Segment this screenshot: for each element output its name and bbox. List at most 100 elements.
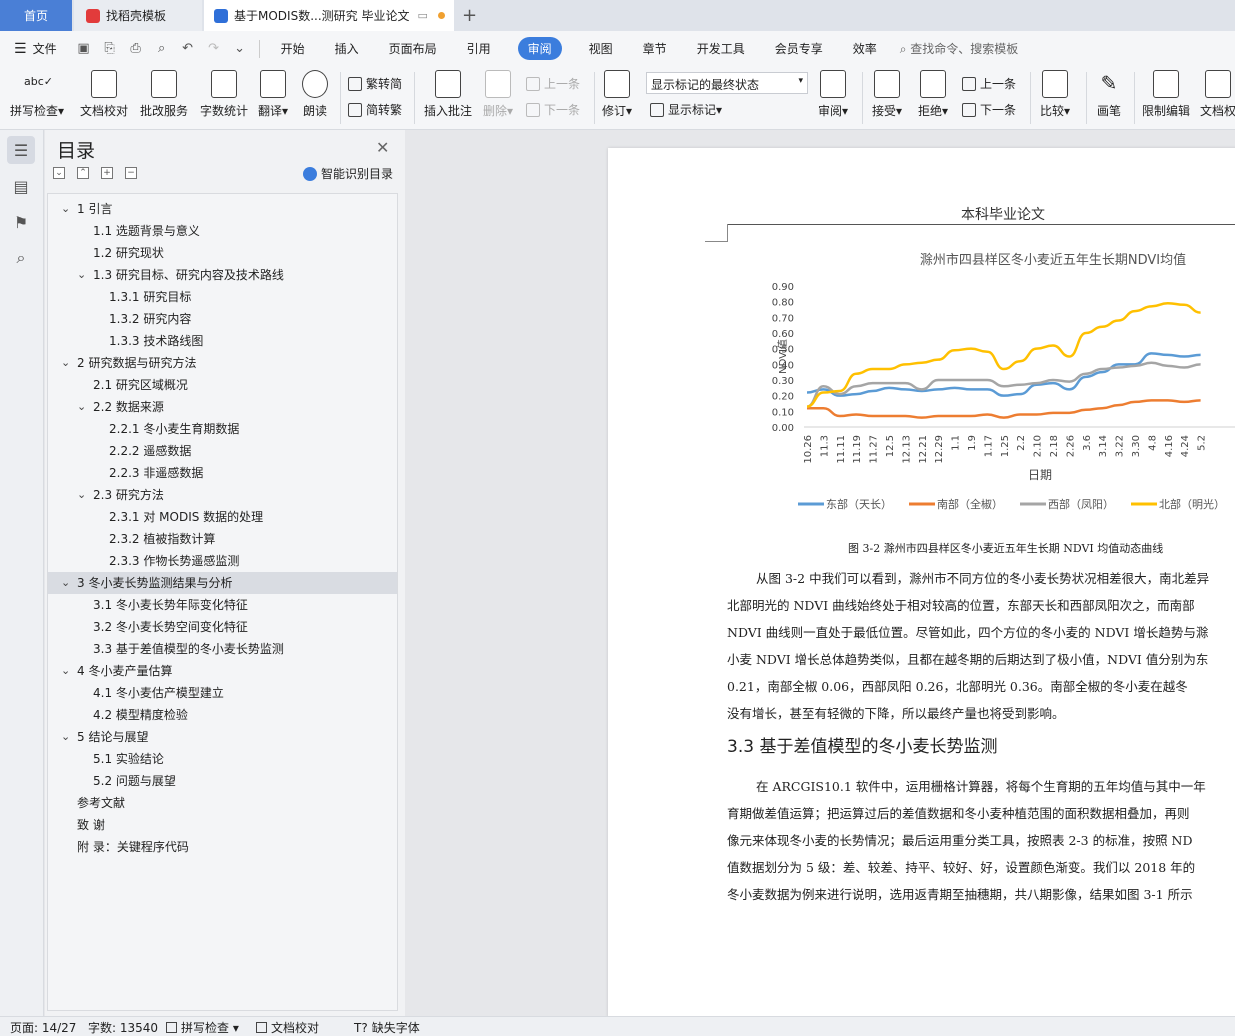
toc-item[interactable]: 2.3.1 对 MODIS 数据的处理 xyxy=(48,506,397,528)
doc-check-button[interactable]: 文档校对 xyxy=(80,70,128,119)
spell-check-button[interactable]: abc✓ 拼写检查▾ xyxy=(10,70,64,119)
toc-item[interactable]: 2.2.3 非遥感数据 xyxy=(48,462,397,484)
hamburger-icon[interactable]: ☰ xyxy=(14,41,27,57)
toc-item[interactable]: 1.2 研究现状 xyxy=(48,242,397,264)
delete-comment-button[interactable]: 删除▾ xyxy=(483,70,513,119)
add-heading-icon[interactable]: + xyxy=(101,167,113,179)
word-count-button[interactable]: 字数统计 xyxy=(200,70,248,119)
toc-item[interactable]: 5.2 问题与展望 xyxy=(48,770,397,792)
trad-to-simp-button[interactable]: 繁转简 xyxy=(348,75,402,92)
insert-comment-button[interactable]: 插入批注 xyxy=(424,70,472,119)
toc-item[interactable]: 1.1 选题背景与意义 xyxy=(48,220,397,242)
chevron-down-icon[interactable]: ⌄ xyxy=(61,352,70,374)
review-pane-button[interactable]: 审阅▾ xyxy=(818,70,848,119)
file-menu[interactable]: 文件 xyxy=(33,40,57,57)
chevron-down-icon[interactable]: ⌄ xyxy=(77,484,86,506)
prev-change-button[interactable]: 上一条 xyxy=(962,75,1016,92)
toc-item[interactable]: ⌄ 1 引言 xyxy=(48,198,397,220)
toc-item[interactable]: 3.2 冬小麦长势空间变化特征 xyxy=(48,616,397,638)
toc-item[interactable]: 5.1 实验结论 xyxy=(48,748,397,770)
toc-item[interactable]: 附 录：关键程序代码 xyxy=(48,836,397,858)
toc-item[interactable]: 2.2.2 遥感数据 xyxy=(48,440,397,462)
print-icon[interactable]: ⎙ xyxy=(128,41,144,57)
status-spell-check[interactable]: 拼写检查 ▾ xyxy=(166,1019,239,1036)
document-page[interactable]: 本科毕业论文 滁州市四县样区冬小麦近五年生长期NDVI均值 0.00 0.10 0.2… xyxy=(608,148,1235,1016)
toc-item[interactable]: 1.3.2 研究内容 xyxy=(48,308,397,330)
more-quick-access-icon[interactable]: ⌄ xyxy=(232,41,248,57)
expand-up-icon[interactable]: ⌃ xyxy=(77,167,89,179)
toc-item[interactable]: 2.3.3 作物长势遥感监测 xyxy=(48,550,397,572)
markup-state-select[interactable]: 显示标记的最终状态 ▾ xyxy=(646,72,808,94)
toc-item[interactable]: ⌄ 2.3 研究方法 xyxy=(48,484,397,506)
new-tab-plus-icon[interactable]: + xyxy=(462,5,477,26)
menu-view[interactable]: 视图 xyxy=(574,40,628,57)
toc-item[interactable]: ⌄ 1.3 研究目标、研究内容及技术路线 xyxy=(48,264,397,286)
export-pdf-icon[interactable]: ⎘ xyxy=(102,41,118,57)
chevron-down-icon[interactable]: ⌄ xyxy=(77,396,86,418)
outline-icon[interactable]: ☰ xyxy=(7,136,35,164)
toc-item[interactable]: 2.1 研究区域概况 xyxy=(48,374,397,396)
save-icon[interactable]: ▣ xyxy=(76,41,92,57)
toc-item[interactable]: 2.2.1 冬小麦生育期数据 xyxy=(48,418,397,440)
pen-button[interactable]: ✎ 画笔 xyxy=(1096,70,1122,119)
accept-button[interactable]: 接受▾ xyxy=(872,70,902,119)
print-preview-icon[interactable]: ⌕ xyxy=(154,41,170,57)
next-change-button[interactable]: 下一条 xyxy=(962,101,1016,118)
toc-item[interactable]: 3.1 冬小麦长势年际变化特征 xyxy=(48,594,397,616)
chevron-down-icon[interactable]: ⌄ xyxy=(61,572,70,594)
tab-document[interactable]: 基于MODIS数...测研究 毕业论文 ▭ xyxy=(204,0,454,31)
chevron-down-icon[interactable]: ⌄ xyxy=(61,726,70,748)
prev-comment-button[interactable]: 上一条 xyxy=(526,75,580,92)
toc-item[interactable]: 4.1 冬小麦估产模型建立 xyxy=(48,682,397,704)
read-aloud-button[interactable]: 朗读 xyxy=(302,70,328,119)
toc-item[interactable]: ⌄ 5 结论与展望 xyxy=(48,726,397,748)
batch-service-button[interactable]: 批改服务 xyxy=(140,70,188,119)
monitor-icon[interactable]: ▭ xyxy=(417,9,427,22)
chevron-down-icon[interactable]: ⌄ xyxy=(61,198,70,220)
toc-item[interactable]: ⌄ 2.2 数据来源 xyxy=(48,396,397,418)
simp-to-trad-button[interactable]: 简转繁 xyxy=(348,101,402,118)
missing-font-button[interactable]: T? 缺失字体 xyxy=(354,1019,420,1036)
toc-item[interactable]: 3.3 基于差值模型的冬小麦长势监测 xyxy=(48,638,397,660)
next-comment-button[interactable]: 下一条 xyxy=(526,101,580,118)
menu-chapter[interactable]: 章节 xyxy=(628,40,682,57)
menu-layout[interactable]: 页面布局 xyxy=(374,40,452,57)
show-markup-button[interactable]: 显示标记 ▾ xyxy=(650,101,722,118)
status-doc-check[interactable]: 文档校对 xyxy=(256,1019,319,1036)
menu-start[interactable]: 开始 xyxy=(266,40,320,57)
tab-home[interactable]: 首页 xyxy=(0,0,72,31)
menu-efficiency[interactable]: 效率 xyxy=(838,40,892,57)
toc-item[interactable]: 参考文献 xyxy=(48,792,397,814)
menu-review[interactable]: 审阅 xyxy=(517,37,562,60)
page-indicator[interactable]: 页面: 14/27 xyxy=(10,1019,76,1036)
toc-item[interactable]: 1.3.3 技术路线图 xyxy=(48,330,397,352)
doc-rights-button[interactable]: 文档权 xyxy=(1200,70,1235,119)
tab-template[interactable]: 找稻壳模板 xyxy=(74,0,202,31)
translate-button[interactable]: 翻译▾ xyxy=(258,70,288,119)
toc-item[interactable]: ⌄ 4 冬小麦产量估算 xyxy=(48,660,397,682)
chapter-nav-icon[interactable]: ▤ xyxy=(7,172,35,200)
menu-member[interactable]: 会员专享 xyxy=(760,40,838,57)
toc-item[interactable]: 致 谢 xyxy=(48,814,397,836)
word-count[interactable]: 字数: 13540 xyxy=(88,1019,158,1036)
menu-insert[interactable]: 插入 xyxy=(320,40,374,57)
smart-toc-button[interactable]: 智能识别目录 xyxy=(303,165,393,182)
toc-item[interactable]: 1.3.1 研究目标 xyxy=(48,286,397,308)
menu-reference[interactable]: 引用 xyxy=(452,40,506,57)
collapse-all-icon[interactable]: ⌄ xyxy=(53,167,65,179)
compare-button[interactable]: 比较▾ xyxy=(1040,70,1070,119)
close-icon[interactable]: ✕ xyxy=(376,138,389,157)
undo-icon[interactable]: ↶ xyxy=(180,41,196,57)
restrict-edit-button[interactable]: 限制编辑 xyxy=(1142,70,1190,119)
toc-item[interactable]: ⌄ 3 冬小麦长势监测结果与分析 xyxy=(48,572,397,594)
track-changes-button[interactable]: 修订▾ xyxy=(602,70,632,119)
toc-item[interactable]: 4.2 模型精度检验 xyxy=(48,704,397,726)
reject-button[interactable]: 拒绝▾ xyxy=(918,70,948,119)
remove-heading-icon[interactable]: − xyxy=(125,167,137,179)
bookmark-icon[interactable]: ⚑ xyxy=(7,208,35,236)
search-icon[interactable]: ⌕ xyxy=(7,244,35,272)
toc-item[interactable]: 2.3.2 植被指数计算 xyxy=(48,528,397,550)
menu-developer[interactable]: 开发工具 xyxy=(682,40,760,57)
chevron-down-icon[interactable]: ⌄ xyxy=(61,660,70,682)
redo-icon[interactable]: ↷ xyxy=(206,41,222,57)
